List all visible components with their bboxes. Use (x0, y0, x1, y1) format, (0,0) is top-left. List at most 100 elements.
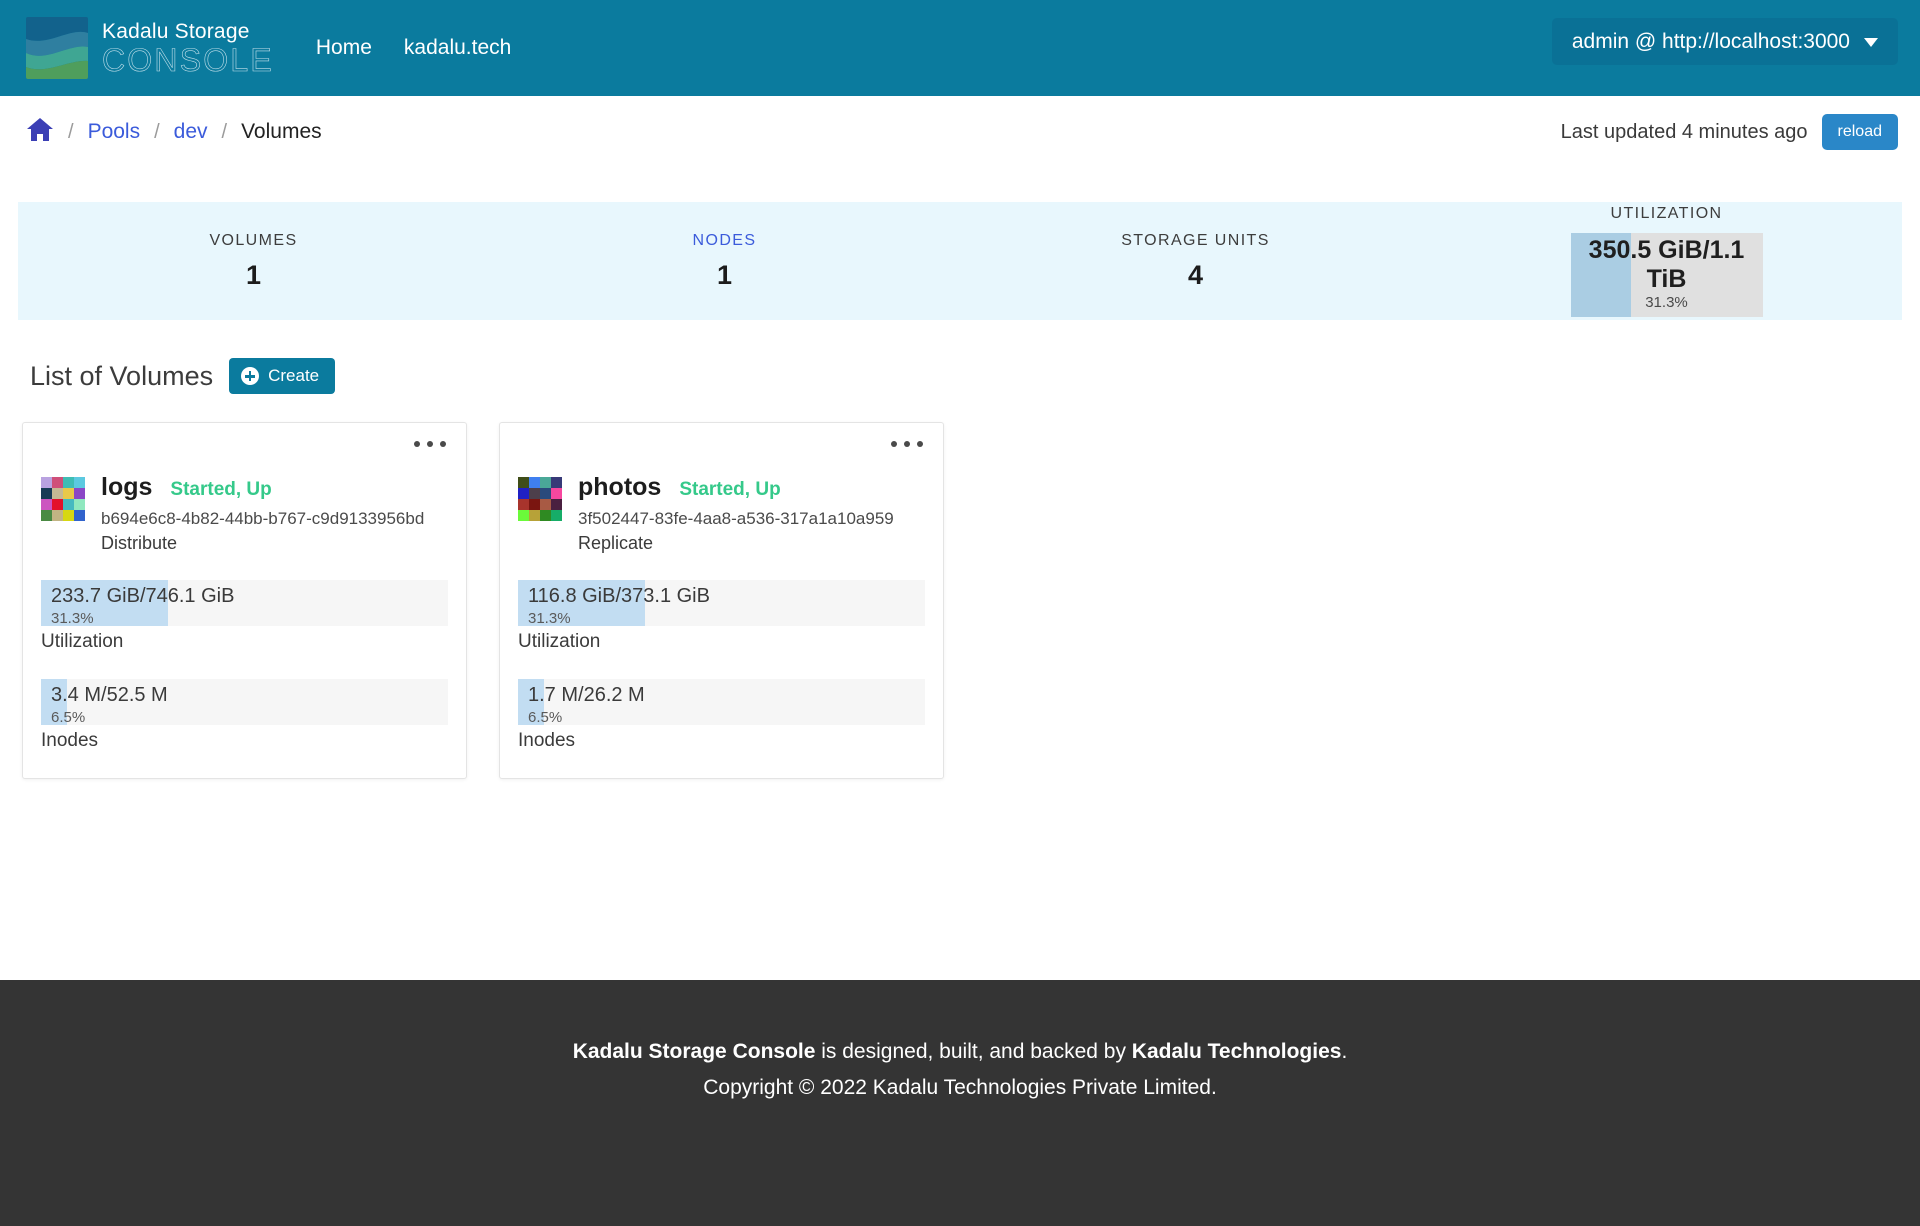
breadcrumb-separator-3: / (221, 120, 228, 143)
stat-nodes: NODES 1 (489, 232, 960, 291)
nav-item-home[interactable]: Home (316, 36, 372, 60)
brand-logo-link[interactable]: Kadalu Storage CONSOLE (26, 17, 274, 79)
kadalu-logo-icon (26, 17, 88, 79)
inodes-percent-text: 6.5% (528, 709, 563, 725)
chevron-down-icon (1864, 38, 1878, 47)
inodes-progress-bar: 3.4 M/52.5 M 6.5% (41, 679, 448, 725)
breadcrumb-separator-1: / (68, 120, 74, 143)
utilization-progress-bar: 350.5 GiB/1.1 TiB 31.3% (1570, 233, 1763, 317)
volume-card-menu-row (518, 437, 925, 451)
create-volume-button[interactable]: Create (229, 358, 336, 394)
inodes-value-text: 1.7 M/26.2 M (528, 684, 645, 706)
volume-identicon (41, 477, 85, 521)
breadcrumb-item-volumes: Volumes (241, 120, 322, 143)
identicon-tile (63, 477, 74, 488)
volume-header: logs Started, Up b694e6c8-4b82-44bb-b767… (41, 473, 448, 554)
volume-header: photos Started, Up 3f502447-83fe-4aa8-a5… (518, 473, 925, 554)
footer-product-name: Kadalu Storage Console (572, 1040, 816, 1063)
volume-meta: logs Started, Up b694e6c8-4b82-44bb-b767… (101, 473, 424, 554)
footer-mid-text: is designed, built, and backed by (815, 1040, 1132, 1063)
identicon-tile (74, 499, 85, 510)
identicon-tile (551, 488, 562, 499)
volume-type: Replicate (578, 533, 654, 553)
kebab-menu-icon[interactable] (412, 437, 448, 451)
identicon-tile (529, 488, 540, 499)
stat-nodes-label[interactable]: NODES (693, 232, 757, 250)
volume-name: photos (578, 473, 662, 501)
volume-card[interactable]: logs Started, Up b694e6c8-4b82-44bb-b767… (22, 422, 467, 779)
breadcrumb-right-group: Last updated 4 minutes ago reload (1561, 114, 1898, 150)
utilization-value-text: 116.8 GiB/373.1 GiB (528, 585, 710, 607)
breadcrumb: / Pools / dev / Volumes (26, 117, 322, 148)
volume-uuid: 3f502447-83fe-4aa8-a536-317a1a10a959 (578, 509, 894, 528)
utilization-value-text: 233.7 GiB/746.1 GiB (51, 585, 235, 607)
identicon-tile (551, 477, 562, 488)
identicon-tile (540, 510, 551, 521)
utilization-value-text: 350.5 GiB/1.1 TiB (1588, 236, 1745, 293)
last-updated-text: Last updated 4 minutes ago (1560, 120, 1808, 143)
identicon-tile (52, 488, 63, 499)
user-menu-button[interactable]: admin @ http://localhost:3000 (1551, 18, 1898, 65)
breadcrumb-separator-2: / (154, 120, 160, 143)
identicon-tile (551, 510, 562, 521)
volume-meta: photos Started, Up 3f502447-83fe-4aa8-a5… (578, 473, 894, 554)
status-badge: Started, Up (170, 479, 272, 500)
identicon-tile (74, 488, 85, 499)
page-title: List of Volumes (30, 360, 214, 391)
status-badge: Started, Up (679, 479, 781, 500)
identicon-tile (518, 499, 529, 510)
home-icon (26, 117, 54, 148)
footer-period: . (1341, 1040, 1348, 1063)
summary-stats-bar: VOLUMES 1 NODES 1 STORAGE UNITS 4 UTILIZ… (18, 202, 1902, 320)
footer-company-name: Kadalu Technologies (1131, 1040, 1342, 1063)
identicon-tile (529, 499, 540, 510)
identicon-tile (41, 499, 52, 510)
footer-copyright: Copyright © 2022 Kadalu Technologies Pri… (703, 1075, 1217, 1099)
volume-uuid: b694e6c8-4b82-44bb-b767-c9d9133956bd (101, 509, 425, 528)
footer-line-1: Kadalu Storage Console is designed, buil… (0, 1034, 1920, 1070)
volume-type: Distribute (101, 533, 178, 553)
create-volume-label: Create (268, 366, 320, 385)
volume-card[interactable]: photos Started, Up 3f502447-83fe-4aa8-a5… (499, 422, 944, 779)
identicon-tile (41, 477, 52, 488)
identicon-tile (529, 477, 540, 488)
stat-nodes-value: 1 (716, 259, 733, 290)
volume-inodes-metric: 3.4 M/52.5 M 6.5% Inodes (41, 679, 448, 752)
page-footer: Kadalu Storage Console is designed, buil… (0, 980, 1920, 1226)
breadcrumb-item-pools[interactable]: Pools (88, 120, 141, 144)
utilization-progress-bar: 116.8 GiB/373.1 GiB 31.3% (518, 580, 925, 626)
volume-cards-container: logs Started, Up b694e6c8-4b82-44bb-b767… (22, 422, 1920, 779)
stat-volumes-value: 1 (245, 259, 262, 290)
nav-links: Home kadalu.tech (316, 36, 511, 60)
identicon-tile (529, 510, 540, 521)
identicon-tile (41, 510, 52, 521)
identicon-tile (518, 477, 529, 488)
breadcrumb-item-dev[interactable]: dev (174, 120, 208, 144)
identicon-tile (540, 488, 551, 499)
stat-volumes-label: VOLUMES (209, 231, 298, 249)
nav-item-kadalu-tech[interactable]: kadalu.tech (404, 36, 511, 60)
stat-storage-units-label: STORAGE UNITS (1121, 231, 1270, 249)
utilization-caption: Utilization (518, 631, 601, 652)
inodes-progress-bar: 1.7 M/26.2 M 6.5% (518, 679, 925, 725)
top-navbar: Kadalu Storage CONSOLE Home kadalu.tech … (0, 0, 1920, 96)
volume-title-row: photos Started, Up (578, 473, 894, 502)
volume-name: logs (101, 473, 153, 501)
utilization-percent-text: 31.3% (528, 610, 571, 626)
reload-button[interactable]: reload (1821, 114, 1898, 150)
volume-utilization-metric: 233.7 GiB/746.1 GiB 31.3% Utilization (41, 580, 448, 653)
identicon-tile (74, 477, 85, 488)
breadcrumb-home-link[interactable] (26, 117, 54, 148)
volumes-list-header: List of Volumes Create (30, 358, 1920, 394)
kebab-menu-icon[interactable] (889, 437, 925, 451)
volume-title-row: logs Started, Up (101, 473, 424, 502)
volume-inodes-metric: 1.7 M/26.2 M 6.5% Inodes (518, 679, 925, 752)
identicon-tile (52, 499, 63, 510)
identicon-tile (63, 488, 74, 499)
identicon-tile (74, 510, 85, 521)
volume-card-menu-row (41, 437, 448, 451)
brand-line-2: CONSOLE (102, 41, 274, 78)
utilization-percent-text: 31.3% (1645, 293, 1688, 311)
utilization-percent-text: 31.3% (51, 610, 94, 626)
volume-utilization-metric: 116.8 GiB/373.1 GiB 31.3% Utilization (518, 580, 925, 653)
